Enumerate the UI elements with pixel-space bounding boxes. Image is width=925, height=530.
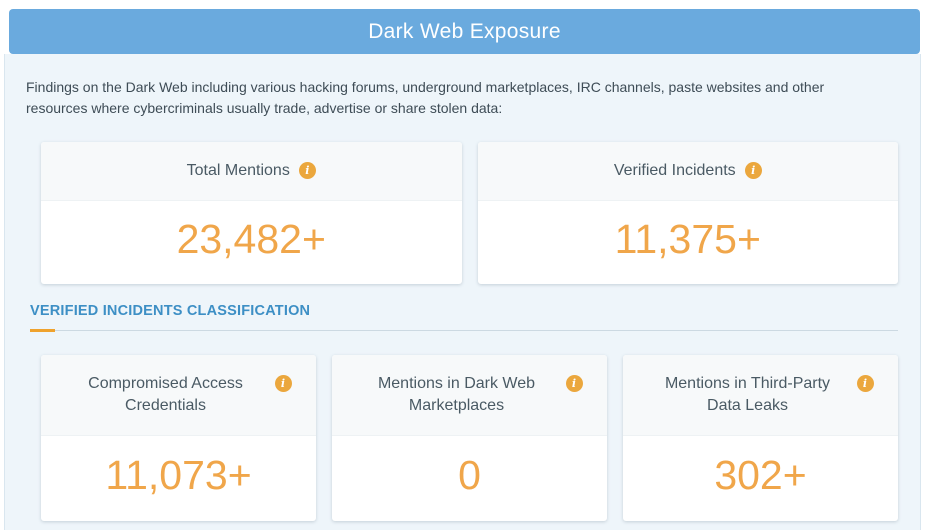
stat-card-label: Compromised Access Credentials: [66, 373, 266, 417]
stat-card-third-party-data-leaks: Mentions in Third-Party Data Leaks i 302…: [623, 355, 898, 521]
divider-line: [30, 330, 898, 331]
stat-card-header: Total Mentions i: [41, 142, 462, 201]
description-text: Findings on the Dark Web including vario…: [26, 77, 876, 119]
stat-value: 11,073+: [41, 436, 316, 521]
stat-value: 302+: [623, 436, 898, 521]
panel-body: Findings on the Dark Web including vario…: [4, 54, 921, 530]
info-icon[interactable]: i: [566, 375, 583, 392]
stat-card-label: Total Mentions: [187, 160, 290, 182]
section-divider: [30, 329, 898, 332]
info-icon[interactable]: i: [745, 162, 762, 179]
stat-card-header: Mentions in Third-Party Data Leaks i: [623, 355, 898, 436]
stat-card-header: Verified Incidents i: [478, 142, 899, 201]
stat-card-total-mentions: Total Mentions i 23,482+: [41, 142, 462, 284]
section-title-verified-incidents-classification: VERIFIED INCIDENTS CLASSIFICATION: [30, 303, 898, 319]
divider-accent: [30, 329, 55, 332]
classification-stats-row: Compromised Access Credentials i 11,073+…: [41, 355, 898, 521]
stat-card-label: Verified Incidents: [614, 160, 736, 182]
stat-card-label: Mentions in Third-Party Data Leaks: [648, 373, 848, 417]
info-icon[interactable]: i: [275, 375, 292, 392]
stat-card-dark-web-marketplaces: Mentions in Dark Web Marketplaces i 0: [332, 355, 607, 521]
panel-header: Dark Web Exposure: [9, 9, 920, 54]
stat-value: 11,375+: [478, 201, 899, 284]
stat-card-header: Compromised Access Credentials i: [41, 355, 316, 436]
stat-card-label: Mentions in Dark Web Marketplaces: [357, 373, 557, 417]
panel-title: Dark Web Exposure: [368, 20, 561, 44]
stat-card-header: Mentions in Dark Web Marketplaces i: [332, 355, 607, 436]
stat-value: 0: [332, 436, 607, 521]
summary-stats-row: Total Mentions i 23,482+ Verified Incide…: [41, 142, 898, 284]
info-icon[interactable]: i: [299, 162, 316, 179]
stat-value: 23,482+: [41, 201, 462, 284]
info-icon[interactable]: i: [857, 375, 874, 392]
stat-card-verified-incidents: Verified Incidents i 11,375+: [478, 142, 899, 284]
stat-card-compromised-access-credentials: Compromised Access Credentials i 11,073+: [41, 355, 316, 521]
